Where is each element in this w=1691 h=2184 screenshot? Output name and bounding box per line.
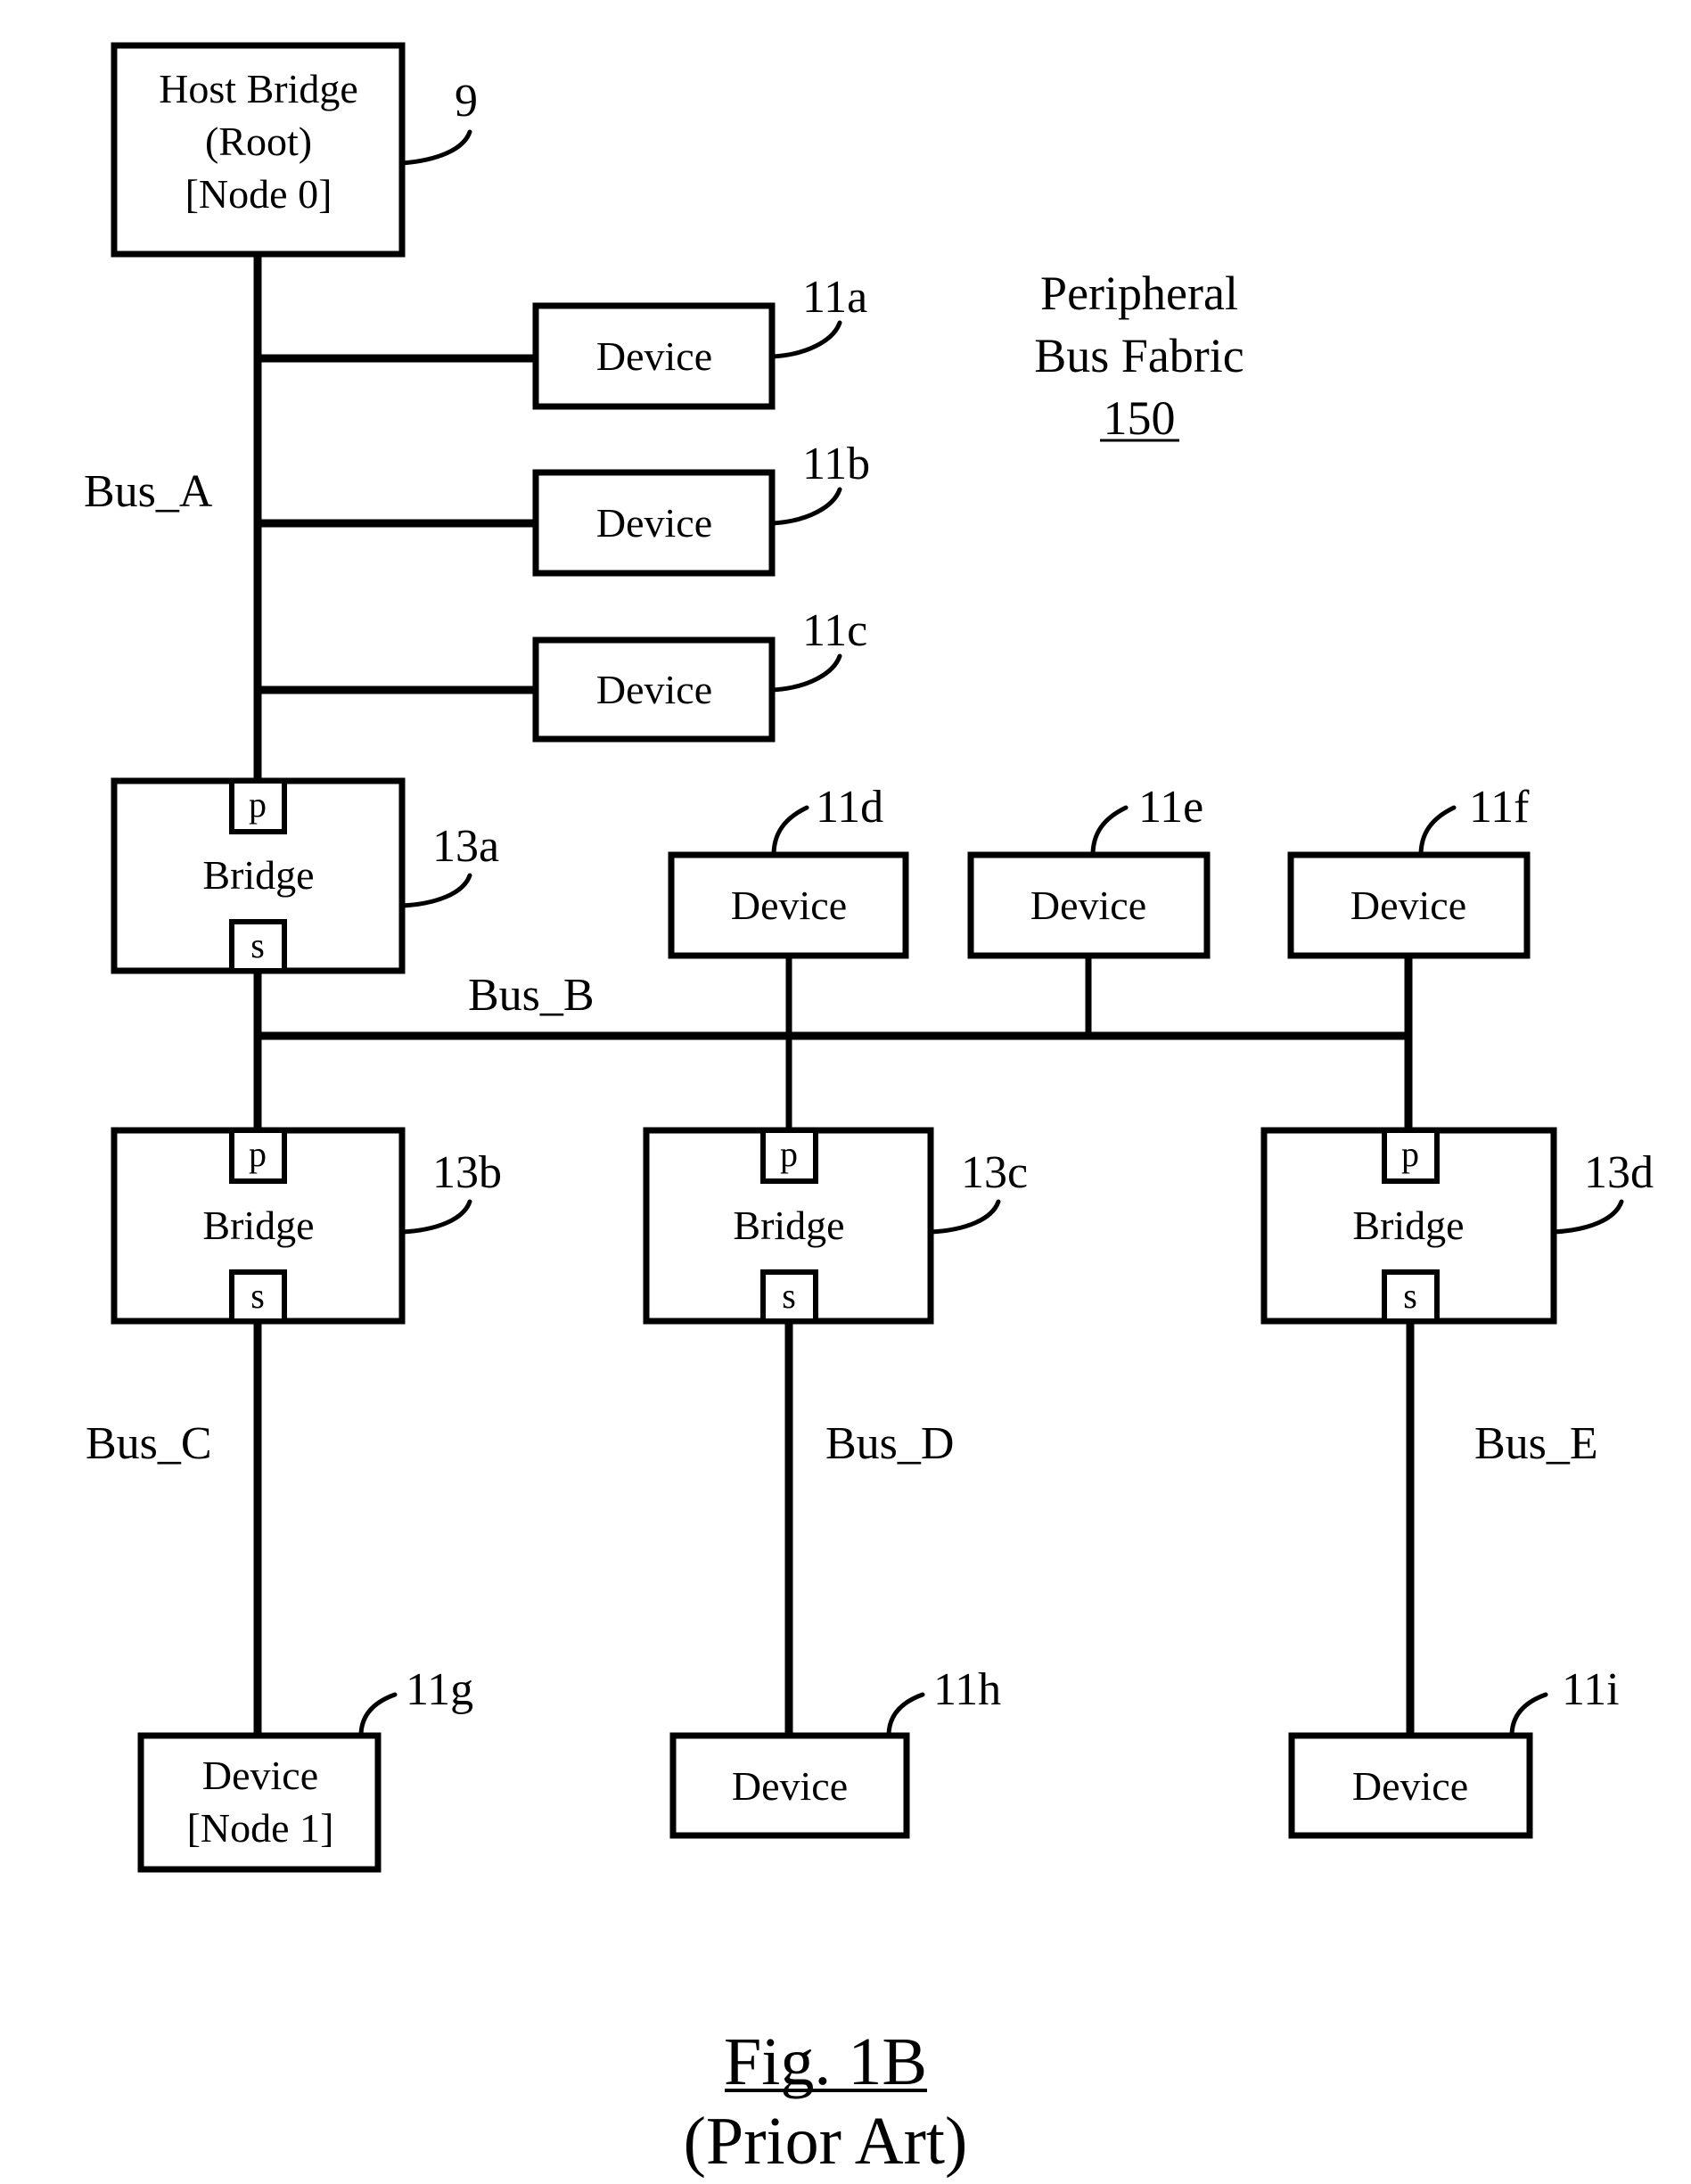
bus-d-label: Bus_D <box>825 1418 954 1469</box>
device-11h: Device 11h <box>669 1664 1001 1839</box>
device-11c-leader <box>769 653 842 693</box>
host-bridge-label-line1: Host Bridge <box>159 66 358 111</box>
device-11d-ref: 11d <box>816 782 883 833</box>
device-11f-ref: 11f <box>1469 782 1530 833</box>
peripheral-bus-fabric-diagram: Host Bridge (Root) [Node 0] 9 Peripheral… <box>84 42 1654 2179</box>
bridge-13d-primary-port-label: p <box>1401 1134 1419 1174</box>
device-11d-label: Device <box>731 883 847 928</box>
device-11g-ref: 11g <box>406 1664 473 1715</box>
bridge-13a-ref: 13a <box>432 821 499 872</box>
bridge-13d-label: Bridge <box>1352 1203 1464 1248</box>
bridge-13b-label: Bridge <box>202 1203 314 1248</box>
device-11a-label: Device <box>596 333 712 379</box>
host-bridge-node: Host Bridge (Root) [Node 0] 9 <box>111 42 478 258</box>
bridge-13a-label: Bridge <box>202 852 314 898</box>
device-11c-ref: 11c <box>802 605 867 656</box>
device-11f: Device 11f <box>1287 782 1531 959</box>
device-11e-label: Device <box>1030 883 1146 928</box>
fabric-title: Peripheral Bus Fabric 150 <box>1034 267 1244 445</box>
device-11g-label: Device <box>202 1753 318 1798</box>
fabric-title-line1: Peripheral <box>1040 267 1238 320</box>
bridge-13c: p s Bridge 13c <box>643 1127 1028 1325</box>
bridge-13a-secondary-port-label: s <box>250 925 265 965</box>
fabric-title-line2: Bus Fabric <box>1034 329 1244 382</box>
device-11b: Device 11b <box>532 439 870 577</box>
bridge-13c-leader <box>928 1199 1001 1235</box>
device-11a-ref: 11a <box>802 272 867 323</box>
device-11g: Device [Node 1] 11g <box>137 1664 473 1873</box>
device-11i-ref: 11i <box>1562 1664 1620 1715</box>
bus-c-label: Bus_C <box>86 1418 212 1469</box>
bridge-13b-leader <box>399 1199 472 1235</box>
device-11f-leader <box>1418 805 1457 858</box>
device-11i: Device 11i <box>1288 1664 1620 1839</box>
device-11c: Device 11c <box>532 605 867 743</box>
device-11d-leader <box>771 805 809 858</box>
bridge-13b-ref: 13b <box>432 1147 502 1198</box>
host-bridge-label-line3: [Node 0] <box>185 171 332 217</box>
bridge-13a-leader <box>399 873 472 908</box>
device-11g-leader <box>358 1692 398 1738</box>
device-11d: Device 11d <box>668 782 909 959</box>
bridge-13c-secondary-port-label: s <box>782 1276 796 1316</box>
bridge-13b-primary-port-label: p <box>249 1134 267 1174</box>
figure-subcaption: (Prior Art) <box>684 2104 968 2179</box>
bus-b-label: Bus_B <box>468 970 595 1021</box>
bridge-13a: p s Bridge 13a <box>111 777 499 974</box>
device-11a: Device 11a <box>532 272 867 410</box>
device-11b-label: Device <box>596 500 712 546</box>
bridge-13c-primary-port-label: p <box>780 1134 798 1174</box>
device-11h-ref: 11h <box>933 1664 1001 1715</box>
figure-caption: Fig. 1B <box>724 2024 927 2099</box>
device-11a-leader <box>769 320 842 359</box>
bridge-13c-ref: 13c <box>961 1147 1028 1198</box>
device-11h-leader <box>886 1692 925 1738</box>
device-11b-leader <box>769 487 842 526</box>
bridge-13d: p s Bridge 13d <box>1260 1127 1654 1325</box>
bus-a-label: Bus_A <box>84 466 213 517</box>
device-11h-label: Device <box>732 1763 848 1809</box>
host-bridge-ref: 9 <box>455 76 478 127</box>
device-11i-label: Device <box>1352 1763 1468 1809</box>
host-bridge-label-line2: (Root) <box>205 119 312 164</box>
bridge-13d-secondary-port-label: s <box>1403 1276 1417 1316</box>
bridge-13d-leader <box>1551 1199 1624 1235</box>
bridge-13c-label: Bridge <box>733 1203 844 1248</box>
device-11g-label2: [Node 1] <box>187 1805 334 1851</box>
bridge-13d-ref: 13d <box>1584 1147 1654 1198</box>
fabric-title-ref: 150 <box>1104 391 1176 445</box>
device-11f-label: Device <box>1350 883 1466 928</box>
bridge-13b: p s Bridge 13b <box>111 1127 502 1325</box>
device-11e: Device 11e <box>967 782 1211 959</box>
device-11b-ref: 11b <box>802 439 870 489</box>
host-bridge-leader <box>399 129 472 166</box>
device-11e-ref: 11e <box>1138 782 1203 833</box>
bus-e-label: Bus_E <box>1474 1418 1598 1469</box>
device-11i-leader <box>1509 1692 1548 1738</box>
bridge-13a-primary-port-label: p <box>249 784 267 825</box>
device-11c-label: Device <box>596 667 712 712</box>
device-11e-leader <box>1090 805 1129 858</box>
bridge-13b-secondary-port-label: s <box>250 1276 265 1316</box>
